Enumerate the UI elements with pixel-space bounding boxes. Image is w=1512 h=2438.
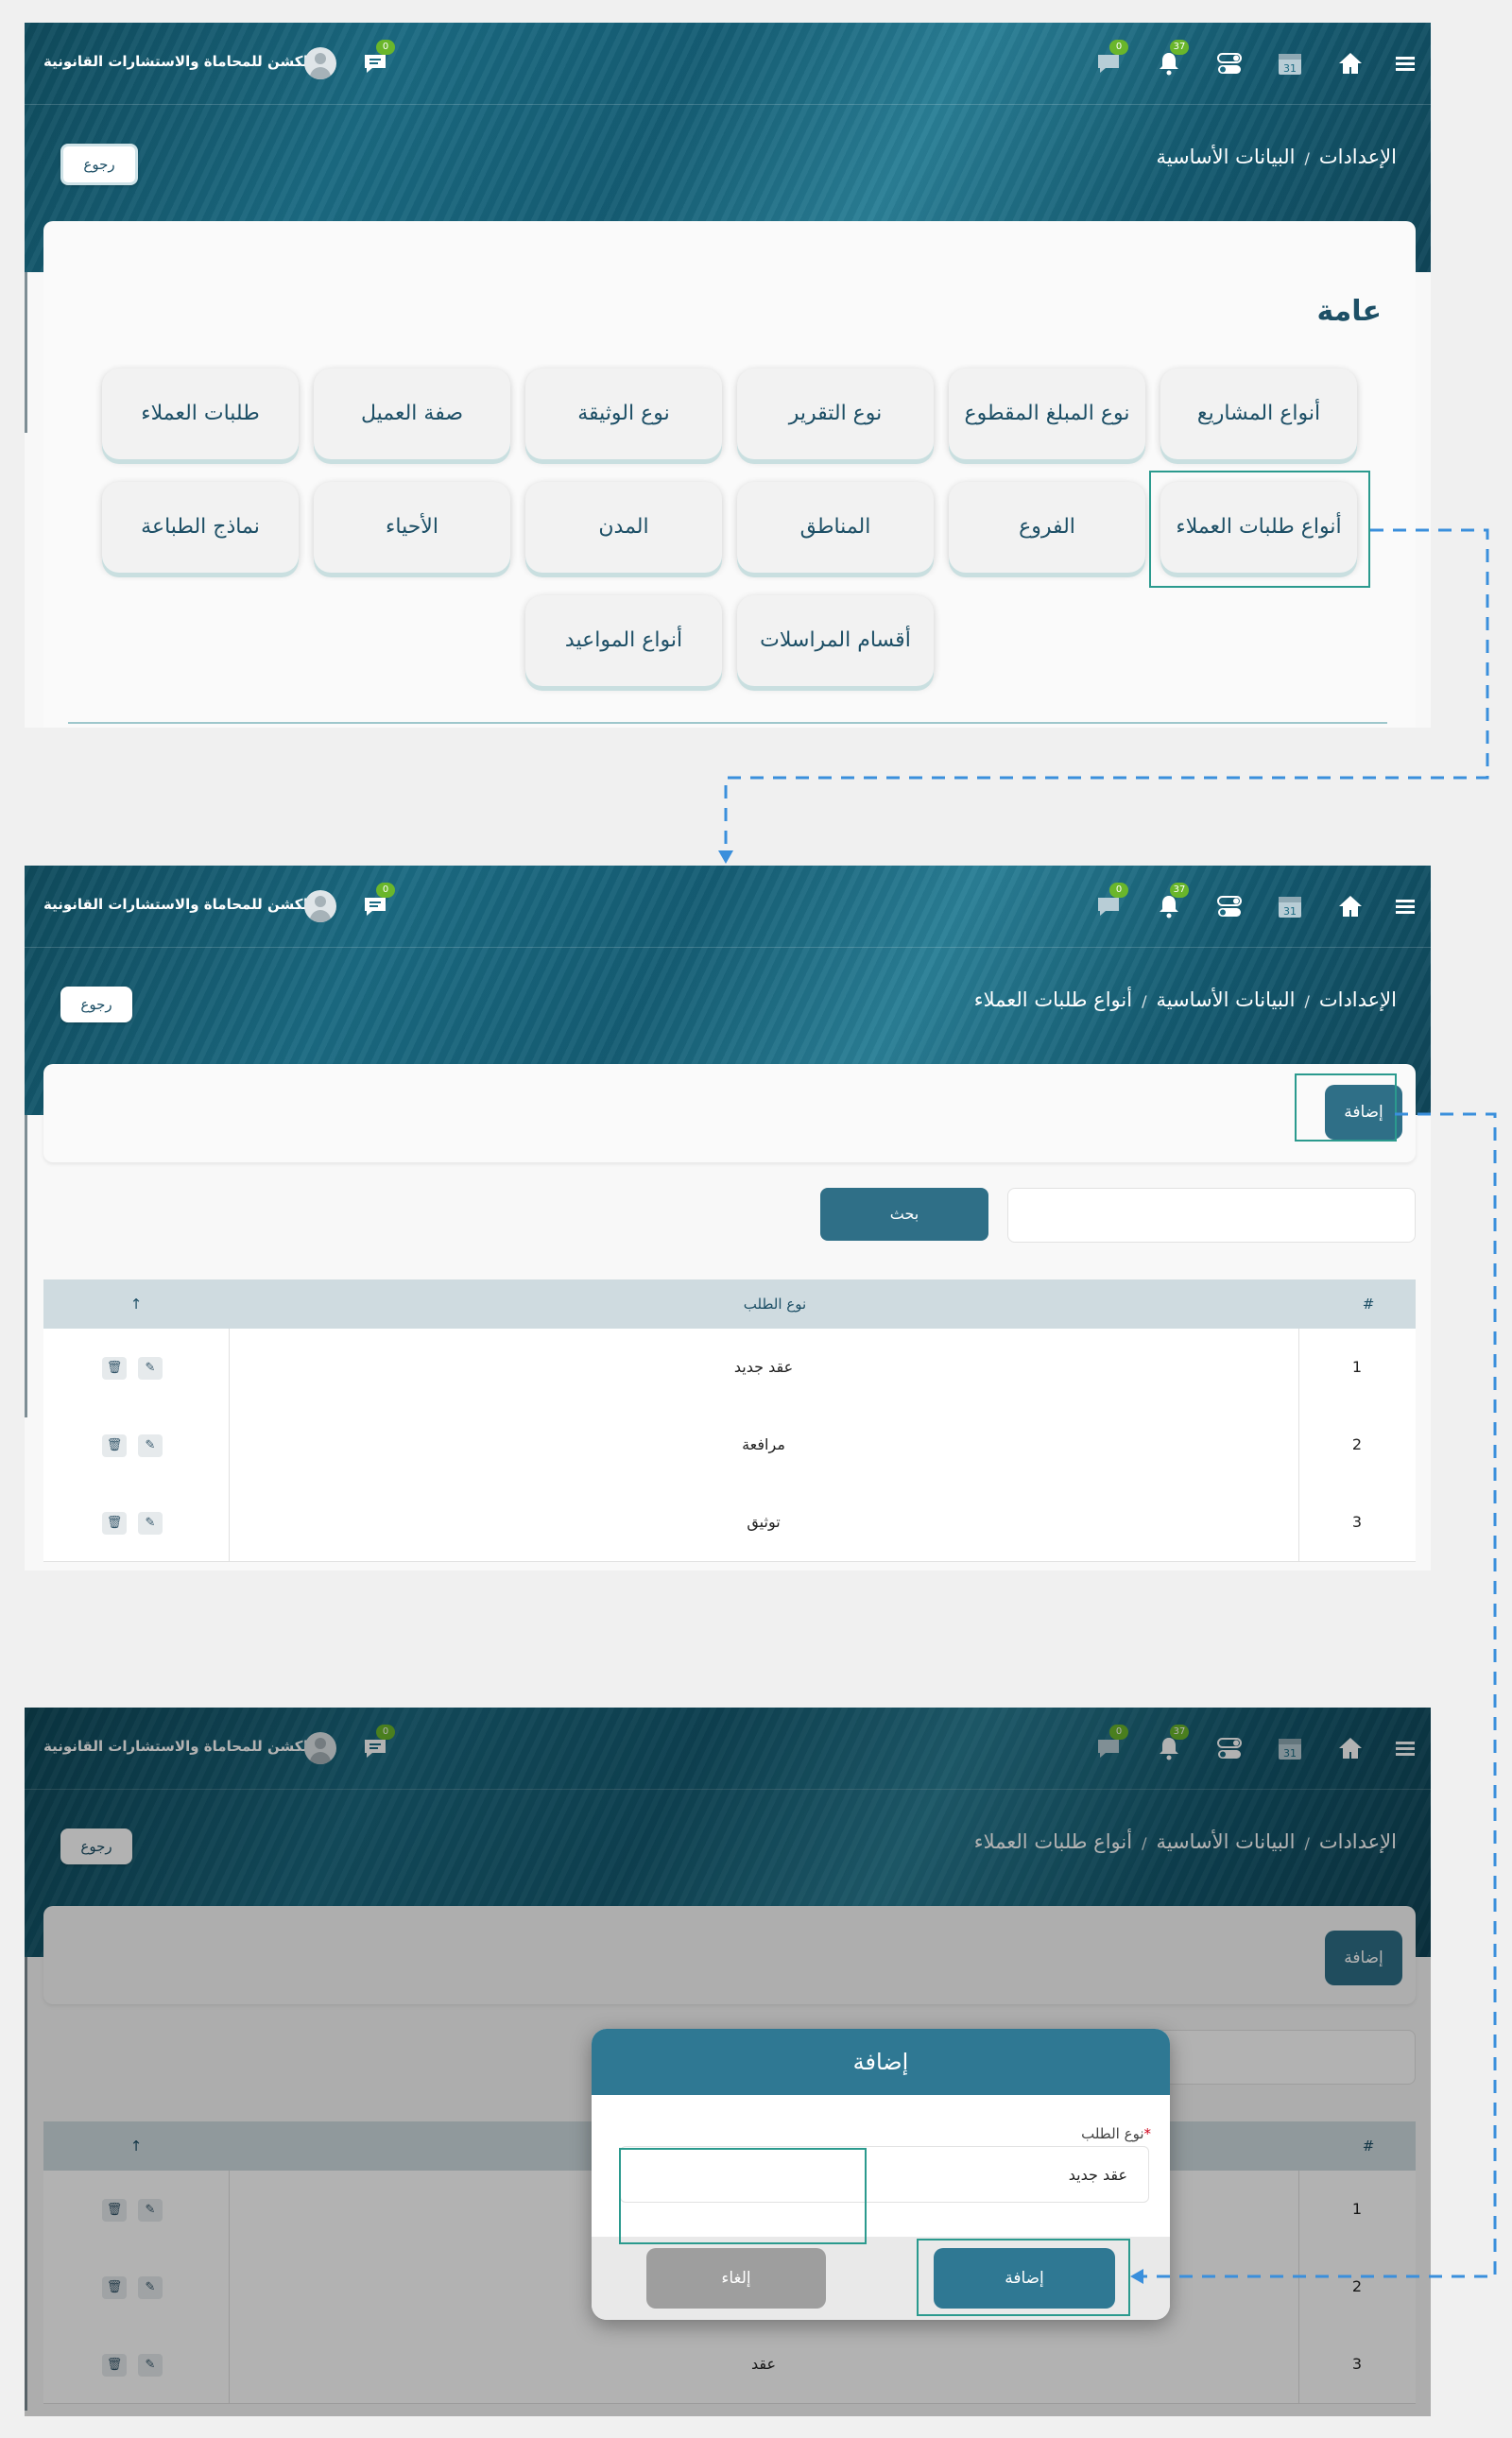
flow-connector (718, 528, 1497, 2284)
